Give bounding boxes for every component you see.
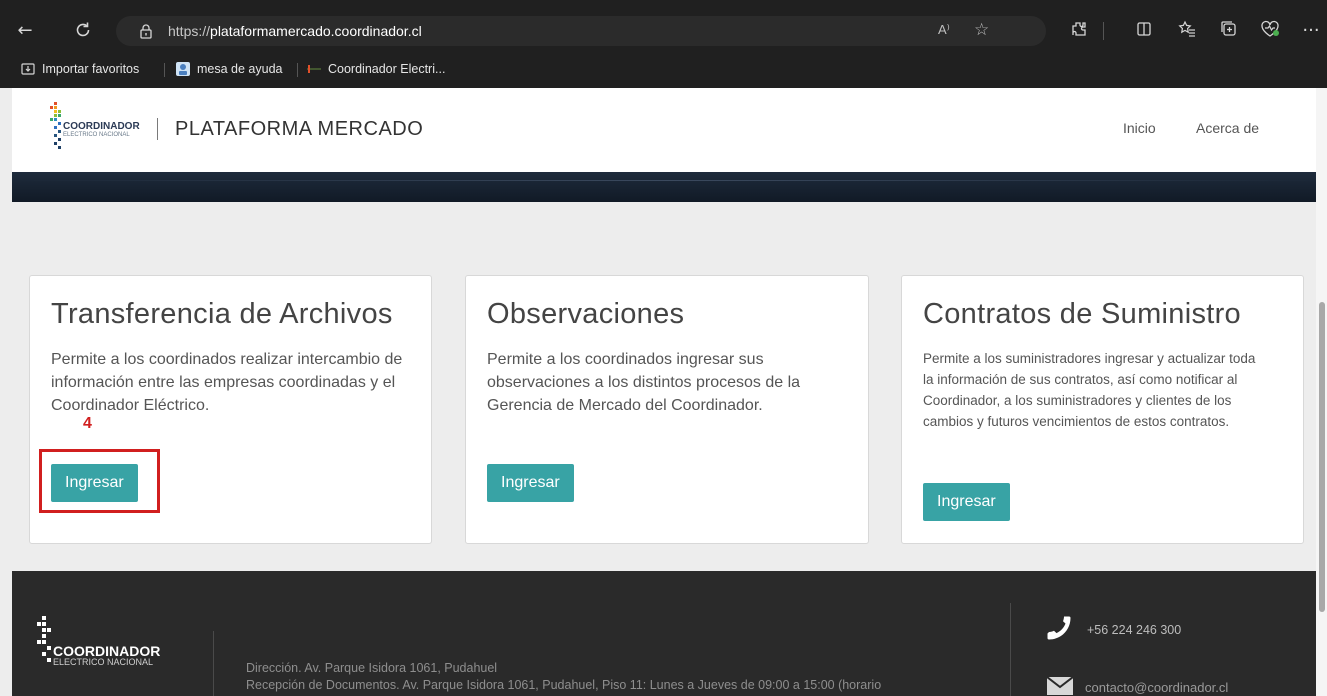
footer-address: Dirección. Av. Parque Isidora 1061, Puda… [246,661,498,675]
card-title: Transferencia de Archivos [51,298,393,330]
site-footer: COORDINADOR ELECTRICO NACIONAL Dirección… [12,571,1327,696]
import-favorites-icon [20,61,36,77]
page-viewport: COORDINADOR ELECTRICO NACIONAL PLATAFORM… [12,88,1327,696]
help-desk-icon [175,61,191,77]
card-observaciones: Observaciones Permite a los coordinados … [465,275,869,544]
brand-title: PLATAFORMA MERCADO [175,118,424,140]
bookmark-separator [297,63,298,77]
footer-divider [213,631,214,696]
extensions-icon[interactable] [1068,20,1090,42]
address-bar[interactable]: https://plataformamercado.coordinador.cl… [116,16,1046,46]
email-address: contacto@coordinador.cl [1085,680,1229,695]
favorite-star-icon[interactable]: ☆ [974,20,989,40]
nav-inicio[interactable]: Inicio [1123,120,1156,136]
footer-logo-subtext: ELECTRICO NACIONAL [53,657,153,667]
bookmark-separator [164,63,165,77]
collections-icon[interactable] [1218,20,1240,42]
browser-toolbar: ← https://plataformamercado.coordinador.… [0,8,1327,52]
split-screen-icon[interactable] [1133,20,1155,42]
page-scrollbar[interactable] [1316,88,1327,696]
browser-chrome: ← https://plataformamercado.coordinador.… [0,0,1327,88]
logo-text: COORDINADOR [63,121,140,132]
header-divider [157,118,158,140]
card-description: Permite a los coordinados realizar inter… [51,351,403,414]
coordinador-favicon-icon [306,61,322,77]
bookmark-mesa-de-ayuda[interactable]: mesa de ayuda [175,60,282,78]
back-icon[interactable]: ← [14,20,36,42]
read-aloud-icon[interactable]: A⁾ [938,22,950,38]
toolbar-divider [1103,22,1104,40]
bookmark-label: mesa de ayuda [197,62,283,76]
logo-subtext: ELECTRICO NACIONAL [63,132,130,138]
mail-icon [1046,676,1074,696]
footer-logo: COORDINADOR ELECTRICO NACIONAL [32,616,162,696]
footer-email[interactable]: contacto@coordinador.cl [1046,676,1229,696]
ingresar-contratos-button[interactable]: Ingresar [923,483,1010,521]
bookmarks-bar: Importar favoritos mesa de ayuda Coordin… [0,56,1327,82]
card-title: Contratos de Suministro [923,298,1241,330]
phone-number: +56 224 246 300 [1087,622,1182,637]
footer-divider [1010,603,1011,696]
card-description: Permite a los coordinados ingresar sus o… [487,351,801,414]
annotation-step-number: 4 [83,415,92,432]
nav-acerca-de[interactable]: Acerca de [1196,120,1259,136]
card-title: Observaciones [487,298,685,330]
coordinador-logo[interactable]: COORDINADOR ELECTRICO NACIONAL [46,102,146,160]
card-description: Permite a los suministradores ingresar y… [923,351,1256,429]
scrollbar-thumb[interactable] [1319,302,1325,612]
lock-icon [138,23,154,39]
footer-phone[interactable]: +56 224 246 300 [1045,616,1181,643]
favorites-icon[interactable] [1176,20,1198,42]
bookmark-label: Importar favoritos [42,62,140,76]
card-contratos-suministro: Contratos de Suministro Permite a los su… [901,275,1304,544]
site-header: COORDINADOR ELECTRICO NACIONAL PLATAFORM… [12,88,1327,172]
refresh-icon[interactable] [72,20,94,42]
browser-essentials-icon[interactable] [1259,20,1281,42]
phone-icon [1045,616,1073,643]
more-options-icon[interactable]: ··· [1300,20,1322,42]
ingresar-observaciones-button[interactable]: Ingresar [487,464,574,502]
bookmark-coordinador-electrico[interactable]: Coordinador Electri... [306,60,445,78]
annotation-highlight-box [39,449,160,513]
bookmark-label: Coordinador Electri... [328,62,446,76]
bookmark-import-favorites[interactable]: Importar favoritos [20,60,139,78]
url-text: https://plataformamercado.coordinador.cl [168,23,422,39]
hero-banner [12,172,1327,202]
footer-reception: Recepción de Documentos. Av. Parque Isid… [246,678,882,692]
